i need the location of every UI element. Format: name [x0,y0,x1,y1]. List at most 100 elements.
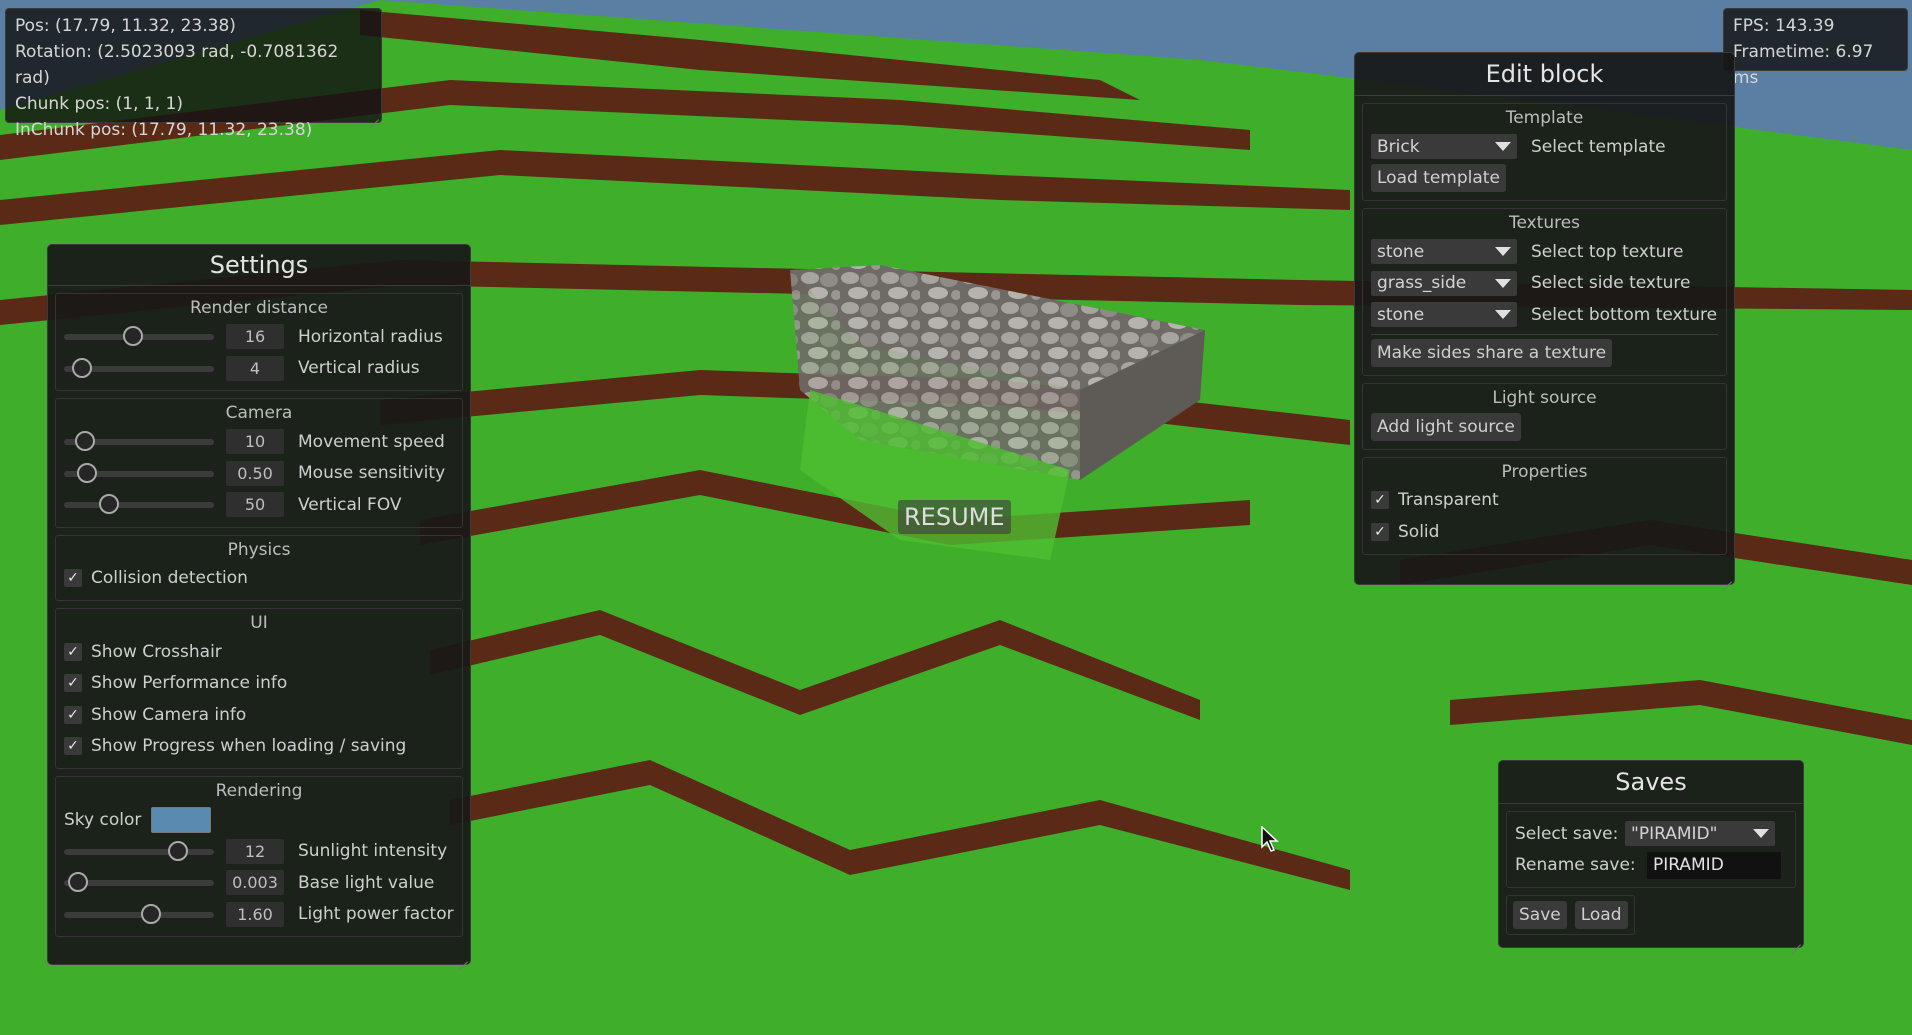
base-light-value[interactable]: 0.003 [226,870,284,896]
mouse-sensitivity-row: 0.50 Mouse sensitivity [64,458,454,490]
load-template-button[interactable]: Load template [1371,164,1506,193]
transparent-row[interactable]: ✓ Transparent [1371,485,1718,517]
side-texture-selected: grass_side [1377,273,1467,294]
show-camera-checkbox[interactable]: ✓ [64,705,82,724]
select-save-dropdown[interactable]: "PIRAMID" [1625,821,1775,847]
chevron-down-icon [1495,310,1511,320]
slider-knob[interactable] [99,494,119,515]
add-light-source-button[interactable]: Add light source [1371,412,1521,441]
show-camera-row[interactable]: ✓ Show Camera info [64,699,454,731]
show-performance-row[interactable]: ✓ Show Performance info [64,668,454,700]
slider-knob[interactable] [141,903,161,924]
top-texture-label: Select top texture [1531,241,1684,262]
slider-knob[interactable] [72,357,92,378]
side-texture-row: grass_side Select side texture [1371,268,1718,300]
frametime-readout: Frametime: 6.97 ms [1733,42,1874,88]
rename-save-input[interactable]: PIRAMID [1647,851,1781,879]
mouse-sensitivity-value[interactable]: 0.50 [226,460,284,486]
sunlight-intensity-row: 12 Sunlight intensity [64,836,454,868]
physics-group: Physics ✓ Collision detection [55,534,463,601]
sky-color-swatch[interactable] [151,806,212,833]
side-texture-label: Select side texture [1531,273,1691,294]
show-crosshair-label: Show Crosshair [91,641,222,662]
collision-detection-checkbox[interactable]: ✓ [64,569,82,588]
side-texture-dropdown[interactable]: grass_side [1371,270,1517,296]
resume-button[interactable]: RESUME [898,500,1011,534]
edit-block-title: Edit block [1355,53,1734,96]
light-power-slider[interactable] [64,899,214,930]
sunlight-intensity-label: Sunlight intensity [298,841,448,862]
horizontal-radius-row: 16 Horizontal radius [64,321,454,353]
save-button[interactable]: Save [1513,901,1567,929]
share-texture-row: Make sides share a texture [1371,338,1718,370]
slider-knob[interactable] [67,872,88,893]
cursor-icon [1261,826,1279,852]
transparent-checkbox[interactable]: ✓ [1371,491,1389,510]
solid-label: Solid [1398,521,1440,542]
bottom-texture-dropdown[interactable]: stone [1371,302,1517,328]
settings-title: Settings [48,245,470,286]
load-button[interactable]: Load [1574,901,1628,929]
slider-knob[interactable] [123,326,143,347]
show-crosshair-checkbox[interactable]: ✓ [64,642,82,661]
show-progress-row[interactable]: ✓ Show Progress when loading / saving [64,731,454,763]
base-light-row: 0.003 Base light value [64,867,454,899]
resize-handle[interactable] [1720,570,1732,582]
show-progress-checkbox[interactable]: ✓ [64,737,82,756]
saves-title: Saves [1499,761,1803,804]
show-performance-label: Show Performance info [91,673,288,694]
mouse-sensitivity-label: Mouse sensitivity [298,463,446,484]
vertical-radius-value[interactable]: 4 [226,355,284,381]
slider-knob[interactable] [168,840,188,861]
base-light-slider[interactable] [64,867,214,898]
rotation-readout: Rotation: (2.5023093 rad, -0.7081362 rad… [15,42,339,88]
movement-speed-value[interactable]: 10 [226,429,284,455]
edit-block-panel: Edit block Template Brick Select templat… [1354,52,1735,585]
top-texture-selected: stone [1377,241,1425,262]
rename-save-row: Rename save: PIRAMID [1515,850,1787,882]
slider-knob[interactable] [76,462,97,483]
vertical-fov-label: Vertical FOV [298,494,402,515]
sunlight-intensity-value[interactable]: 12 [226,838,284,864]
collision-detection-row[interactable]: ✓ Collision detection [64,563,454,595]
light-power-value[interactable]: 1.60 [226,901,284,927]
saves-panel: Saves Select save: "PIRAMID" Rename save… [1498,760,1804,948]
show-performance-checkbox[interactable]: ✓ [64,674,82,693]
camera-group: Camera 10 Movement speed 0.50 Mouse sens… [55,398,463,528]
sunlight-intensity-slider[interactable] [64,836,214,867]
share-texture-button[interactable]: Make sides share a texture [1371,339,1613,368]
template-dropdown[interactable]: Brick [1371,134,1517,160]
chevron-down-icon [1495,142,1511,152]
movement-speed-slider[interactable] [64,426,214,457]
bottom-texture-label: Select bottom texture [1531,304,1718,325]
textures-title: Textures [1508,213,1581,233]
solid-checkbox[interactable]: ✓ [1371,522,1389,541]
solid-row[interactable]: ✓ Solid [1371,516,1718,548]
saves-group: Select save: "PIRAMID" Rename save: PIRA… [1506,811,1796,888]
camera-title: Camera [225,403,293,423]
chunk-position-readout: Chunk pos: (1, 1, 1) [15,94,183,114]
bottom-texture-selected: stone [1377,304,1425,325]
horizontal-radius-value[interactable]: 16 [226,324,284,350]
top-texture-dropdown[interactable]: stone [1371,239,1517,265]
light-source-title: Light source [1492,388,1597,408]
light-power-row: 1.60 Light power factor [64,899,454,931]
resize-handle[interactable] [367,108,379,120]
settings-panel: Settings Render distance 16 Horizontal r… [47,244,471,965]
mouse-sensitivity-slider[interactable] [64,458,214,489]
add-light-row: Add light source [1371,411,1718,443]
vertical-radius-label: Vertical radius [298,358,420,379]
textures-group: Textures stone Select top texture grass_… [1362,208,1727,376]
template-group: Template Brick Select template Load temp… [1362,103,1727,201]
vertical-fov-slider[interactable] [64,489,214,520]
vertical-fov-value[interactable]: 50 [226,492,284,518]
rendering-group: Rendering Sky color 12 Sunlight intensit… [55,776,463,937]
vertical-radius-slider[interactable] [64,353,214,384]
ui-group: UI ✓ Show Crosshair ✓ Show Performance i… [55,608,463,769]
resize-handle[interactable] [1789,933,1801,945]
inchunk-position-readout: InChunk pos: (17.79, 11.32, 23.38) [15,120,313,140]
slider-knob[interactable] [75,431,95,452]
resize-handle[interactable] [456,950,468,962]
show-crosshair-row[interactable]: ✓ Show Crosshair [64,636,454,668]
horizontal-radius-slider[interactable] [64,321,214,352]
